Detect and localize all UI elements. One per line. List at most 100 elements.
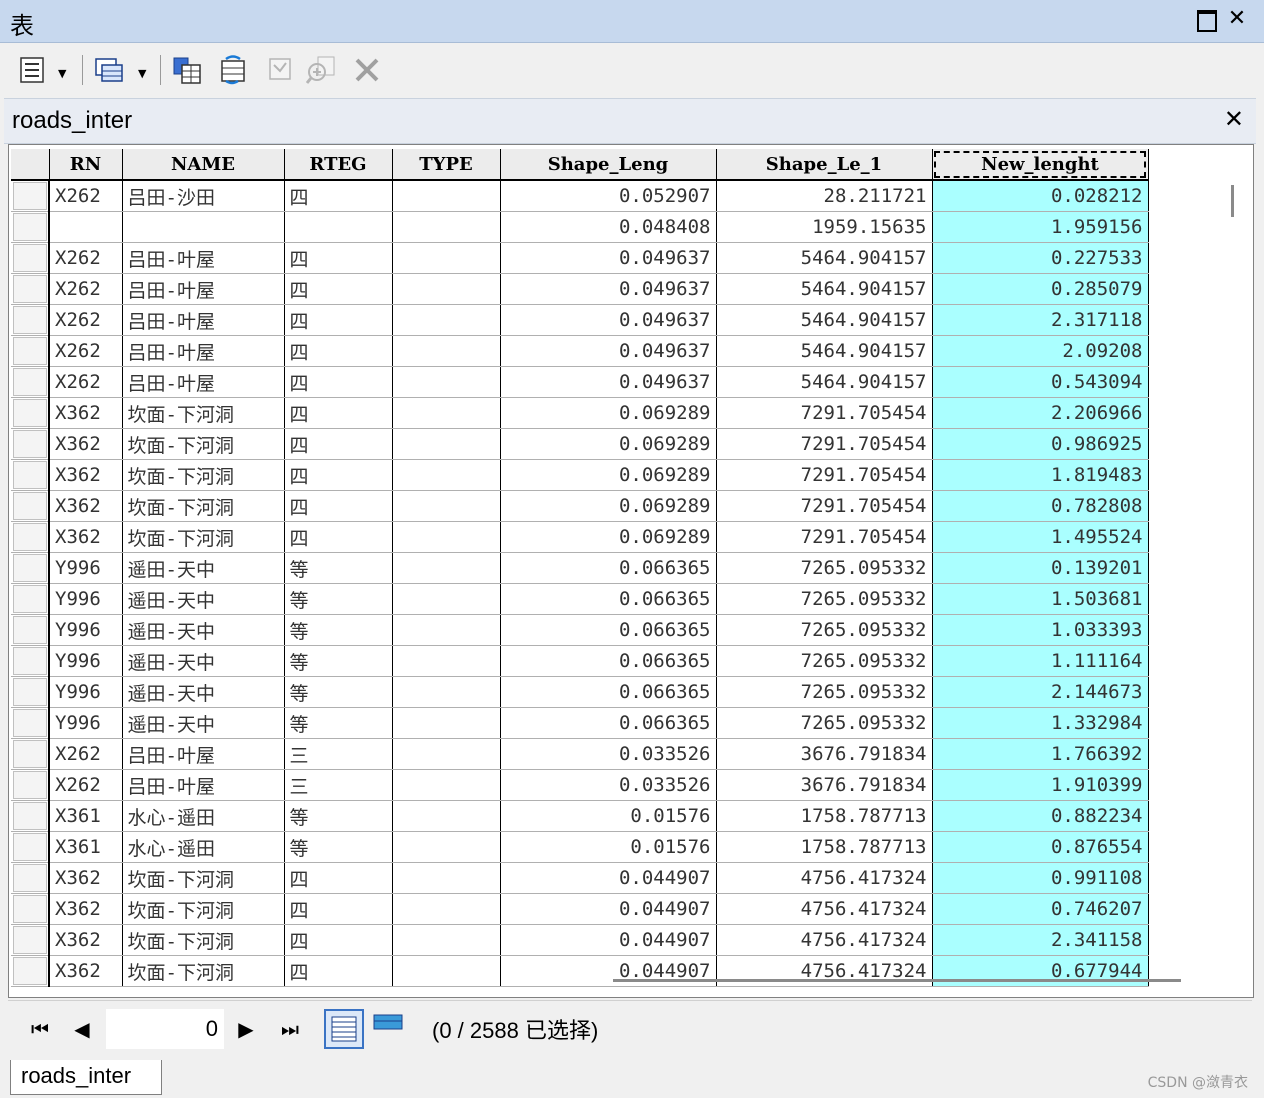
cell-name[interactable]: 坎面-下河洞 xyxy=(122,955,285,987)
cell-rteg[interactable]: 等 xyxy=(284,583,393,615)
cell-new-lenght[interactable]: 1.033393 xyxy=(932,614,1149,646)
cell-shape-le-1[interactable]: 28.211721 xyxy=(716,180,933,212)
column-header-rn[interactable]: RN xyxy=(49,149,123,181)
cell-new-lenght[interactable]: 0.882234 xyxy=(932,800,1149,832)
table-row[interactable]: Y996 遥田-天中等 0.066365 7265.095332 1.111164 xyxy=(11,645,1149,677)
row-selector[interactable] xyxy=(11,521,50,553)
cell-name[interactable]: 坎面-下河洞 xyxy=(122,862,285,894)
cell-shape-leng[interactable]: 0.044907 xyxy=(500,924,717,956)
cell-rteg[interactable]: 等 xyxy=(284,800,393,832)
cell-type[interactable] xyxy=(392,180,501,212)
row-selector[interactable] xyxy=(11,893,50,925)
cell-rn[interactable]: Y996 xyxy=(49,645,123,677)
cell-rn[interactable]: X262 xyxy=(49,304,123,336)
row-selector[interactable] xyxy=(11,459,50,491)
cell-shape-le-1[interactable]: 7265.095332 xyxy=(716,583,933,615)
cell-rteg[interactable]: 三 xyxy=(284,738,393,770)
row-selector[interactable] xyxy=(11,211,50,243)
row-selector[interactable] xyxy=(11,862,50,894)
cell-type[interactable] xyxy=(392,645,501,677)
cell-shape-le-1[interactable]: 3676.791834 xyxy=(716,769,933,801)
table-row[interactable]: X362 坎面-下河洞四 0.044907 4756.417324 0.991108 xyxy=(11,862,1149,894)
row-selector-box[interactable] xyxy=(12,864,47,892)
row-selector-box[interactable] xyxy=(12,802,47,830)
close-table-icon[interactable]: ✕ xyxy=(1224,105,1244,133)
cell-shape-leng[interactable]: 0.033526 xyxy=(500,738,717,770)
cell-name[interactable]: 吕田-叶屋 xyxy=(122,304,285,336)
cell-new-lenght[interactable]: 1.766392 xyxy=(932,738,1149,770)
cell-type[interactable] xyxy=(392,273,501,305)
cell-rn[interactable]: Y996 xyxy=(49,614,123,646)
row-selector-box[interactable] xyxy=(12,213,47,241)
row-selector-box[interactable] xyxy=(12,647,47,675)
cell-shape-leng[interactable]: 0.01576 xyxy=(500,831,717,863)
column-header-type[interactable]: TYPE xyxy=(392,149,501,181)
cell-rteg[interactable]: 四 xyxy=(284,397,393,429)
cell-shape-le-1[interactable]: 7291.705454 xyxy=(716,459,933,491)
cell-shape-le-1[interactable]: 7265.095332 xyxy=(716,614,933,646)
cell-new-lenght[interactable]: 0.139201 xyxy=(932,552,1149,584)
table-row[interactable]: X262 吕田-叶屋三 0.033526 3676.791834 1.766392 xyxy=(11,738,1149,770)
cell-shape-leng[interactable]: 0.066365 xyxy=(500,583,717,615)
cell-type[interactable] xyxy=(392,459,501,491)
cell-rteg[interactable]: 四 xyxy=(284,304,393,336)
cell-shape-leng[interactable]: 0.066365 xyxy=(500,614,717,646)
row-selector[interactable] xyxy=(11,614,50,646)
table-row[interactable]: X262 吕田-叶屋四 0.049637 5464.904157 0.285079 xyxy=(11,273,1149,305)
cell-name[interactable]: 遥田-天中 xyxy=(122,583,285,615)
bottom-table-tab[interactable]: roads_inter xyxy=(10,1060,162,1095)
table-row[interactable]: X361 水心-遥田等 0.01576 1758.787713 0.882234 xyxy=(11,800,1149,832)
row-selector-box[interactable] xyxy=(12,709,47,737)
row-selector[interactable] xyxy=(11,645,50,677)
cell-type[interactable] xyxy=(392,583,501,615)
cell-rteg[interactable]: 四 xyxy=(284,273,393,305)
cell-new-lenght[interactable]: 0.991108 xyxy=(932,862,1149,894)
cell-new-lenght[interactable]: 1.503681 xyxy=(932,583,1149,615)
cell-name[interactable]: 水心-遥田 xyxy=(122,831,285,863)
row-selector-box[interactable] xyxy=(12,895,47,923)
cell-new-lenght[interactable]: 2.206966 xyxy=(932,397,1149,429)
row-selector[interactable] xyxy=(11,769,50,801)
column-header-new-lenght[interactable]: New_lenght xyxy=(932,149,1149,181)
row-selector[interactable] xyxy=(11,366,50,398)
vertical-scrollbar[interactable] xyxy=(1231,185,1234,217)
row-selector-box[interactable] xyxy=(12,461,47,489)
cell-shape-leng[interactable]: 0.049637 xyxy=(500,242,717,274)
row-selector-box[interactable] xyxy=(12,833,47,861)
table-row[interactable]: 0.048408 1959.15635 1.959156 xyxy=(11,211,1149,243)
cell-new-lenght[interactable]: 1.332984 xyxy=(932,707,1149,739)
delete-selected-icon[interactable] xyxy=(352,55,382,85)
cell-type[interactable] xyxy=(392,521,501,553)
cell-shape-leng[interactable]: 0.066365 xyxy=(500,676,717,708)
cell-rteg[interactable]: 等 xyxy=(284,552,393,584)
row-selector[interactable] xyxy=(11,242,50,274)
cell-new-lenght[interactable]: 2.317118 xyxy=(932,304,1149,336)
cell-type[interactable] xyxy=(392,304,501,336)
cell-name[interactable]: 吕田-沙田 xyxy=(122,180,285,212)
horizontal-scrollbar[interactable] xyxy=(613,979,1181,982)
cell-shape-leng[interactable]: 0.069289 xyxy=(500,428,717,460)
cell-shape-le-1[interactable]: 4756.417324 xyxy=(716,862,933,894)
cell-new-lenght[interactable]: 0.986925 xyxy=(932,428,1149,460)
last-record-button[interactable]: ⏭ xyxy=(276,1015,304,1043)
cell-rn[interactable]: Y996 xyxy=(49,676,123,708)
cell-name[interactable]: 坎面-下河洞 xyxy=(122,521,285,553)
cell-name[interactable]: 坎面-下河洞 xyxy=(122,397,285,429)
row-selector-box[interactable] xyxy=(12,926,47,954)
cell-shape-le-1[interactable]: 7291.705454 xyxy=(716,397,933,429)
cell-new-lenght[interactable]: 0.876554 xyxy=(932,831,1149,863)
cell-shape-le-1[interactable]: 4756.417324 xyxy=(716,893,933,925)
row-selector[interactable] xyxy=(11,800,50,832)
cell-new-lenght[interactable]: 0.285079 xyxy=(932,273,1149,305)
cell-new-lenght[interactable]: 0.746207 xyxy=(932,893,1149,925)
cell-rn[interactable]: X362 xyxy=(49,459,123,491)
table-row[interactable]: X362 坎面-下河洞四 0.069289 7291.705454 1.819483 xyxy=(11,459,1149,491)
row-selector-box[interactable] xyxy=(12,740,47,768)
cell-name[interactable] xyxy=(122,211,285,243)
cell-rn[interactable]: X262 xyxy=(49,242,123,274)
cell-shape-leng[interactable]: 0.01576 xyxy=(500,800,717,832)
cell-rn[interactable]: X362 xyxy=(49,893,123,925)
cell-type[interactable] xyxy=(392,893,501,925)
cell-type[interactable] xyxy=(392,831,501,863)
table-row[interactable]: X262 吕田-叶屋四 0.049637 5464.904157 2.317118 xyxy=(11,304,1149,336)
